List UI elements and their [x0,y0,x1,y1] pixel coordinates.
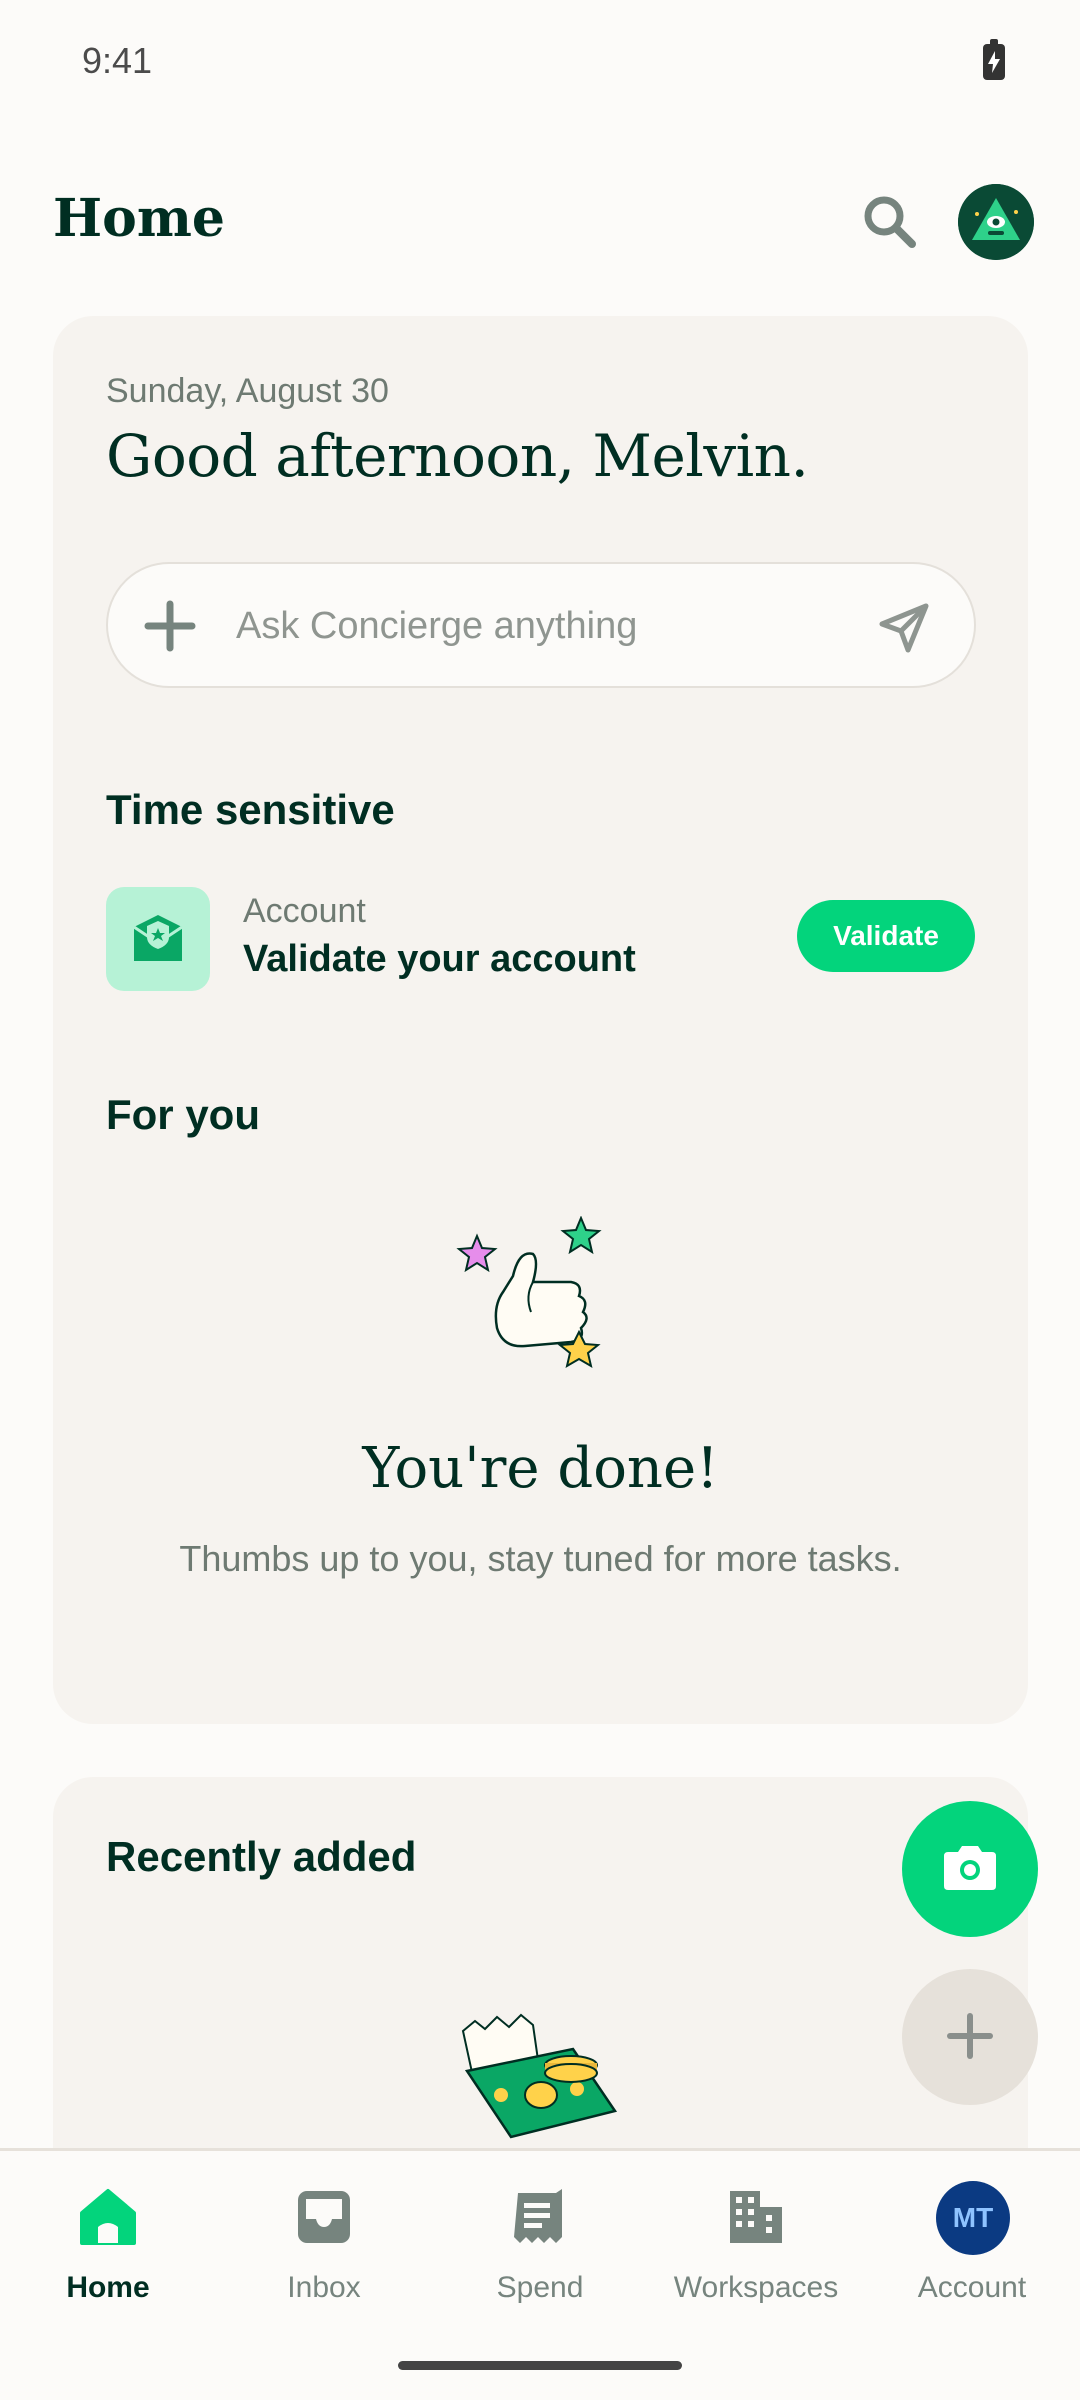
home-icon [78,2187,138,2247]
cash-receipt-illustration [453,2007,633,2157]
nav-item-home[interactable]: Home [0,2151,216,2341]
building-icon [726,2187,786,2247]
nav-label-home: Home [66,2271,150,2304]
empty-state-subtitle: Thumbs up to you, stay tuned for more ta… [179,1538,902,1579]
nav-item-workspaces[interactable]: Workspaces [648,2151,864,2341]
nav-label-spend: Spend [496,2271,584,2304]
home-indicator[interactable] [398,2361,682,2370]
task-category: Account [243,892,366,930]
status-bar: 9:41 [0,0,1080,126]
validate-button[interactable]: Validate [797,900,975,972]
nav-item-spend[interactable]: Spend [432,2151,648,2341]
battery-charging-icon [983,39,1005,80]
camera-icon [940,1845,1000,1895]
recently-added-title: Recently added [106,1833,417,1880]
date-label: Sunday, August 30 [106,372,389,410]
plus-icon [942,2012,998,2067]
plus-icon[interactable] [142,598,198,654]
shield-envelope-icon [106,887,210,991]
task-title: Validate your account [243,938,636,980]
paper-plane-icon[interactable] [874,598,934,658]
time-sensitive-title: Time sensitive [106,786,395,833]
add-fab-button[interactable] [902,1969,1038,2105]
empty-state-title: You're done! [362,1436,719,1501]
greeting-heading: Good afternoon, Melvin. [106,422,809,490]
status-time: 9:41 [82,40,153,81]
concierge-ask-bar[interactable] [106,562,976,688]
recently-added-card: Recently added [53,1777,1028,2177]
concierge-input[interactable] [236,600,856,652]
nav-label-inbox: Inbox [287,2271,361,2304]
page-title: Home [53,188,225,249]
greeting-card: Sunday, August 30 Good afternoon, Melvin… [53,316,1028,1724]
account-avatar: MT [936,2181,1010,2255]
nav-item-inbox[interactable]: Inbox [216,2151,432,2341]
for-you-title: For you [106,1091,260,1138]
receipt-icon [510,2187,570,2247]
inbox-icon [294,2187,354,2247]
nav-item-account[interactable]: MT Account [864,2151,1080,2341]
camera-fab-button[interactable] [902,1801,1038,1937]
nav-label-account: Account [917,2271,1027,2304]
avatar[interactable] [958,184,1034,260]
thumbs-up-stars-illustration [453,1215,633,1396]
search-icon[interactable] [858,190,920,252]
nav-label-workspaces: Workspaces [673,2271,839,2304]
